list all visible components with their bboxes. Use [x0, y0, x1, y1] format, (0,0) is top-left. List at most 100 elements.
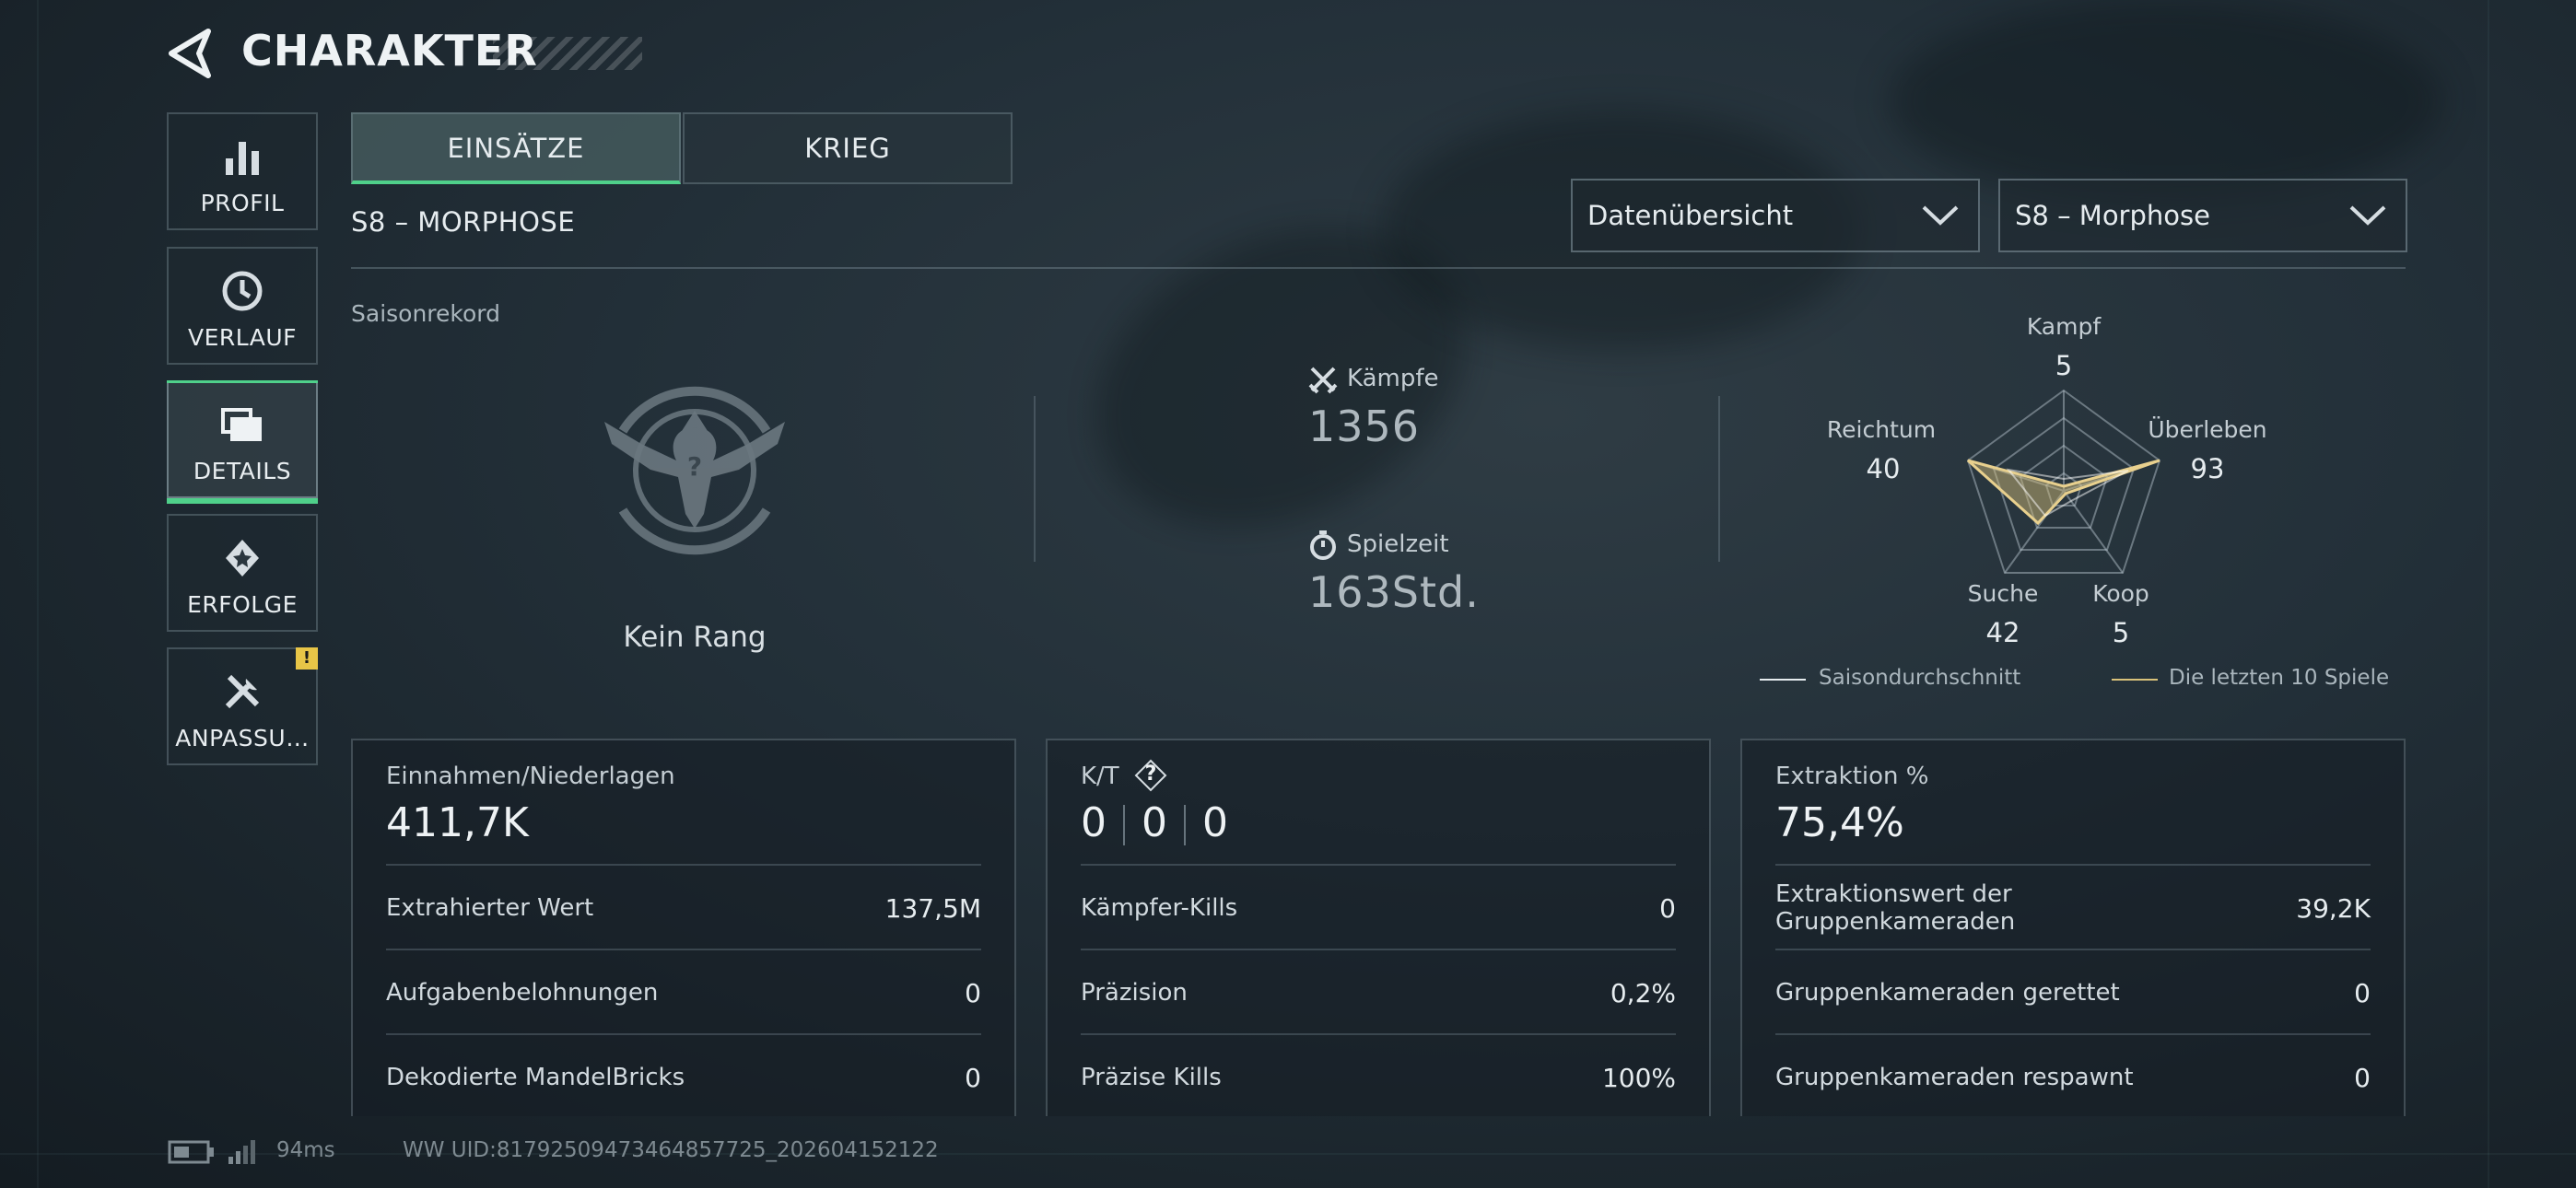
radar-axis-value: 5	[2055, 350, 2073, 381]
kd-values: 000	[1081, 799, 1228, 846]
tools-icon	[225, 674, 260, 709]
stat-row: Gruppenkameraden respawnt 0	[1775, 1033, 2371, 1120]
stat-value: 0	[1659, 892, 1676, 924]
user-uid: WW UID:817925094734648577​25_20260415212…	[403, 1138, 939, 1162]
tab-krieg[interactable]: KRIEG	[683, 112, 1013, 184]
fights-value: 1356	[1308, 402, 1421, 451]
season-title: S8 – MORPHOSE	[351, 206, 576, 238]
sidebar-item-profil[interactable]: PROFIL	[167, 112, 318, 230]
card-value: 411,7K	[386, 799, 529, 846]
sidebar-item-label: ANPASSU…	[175, 725, 310, 751]
ping-readout: 94ms	[276, 1138, 335, 1162]
stat-row: Präzise Kills 100%	[1081, 1033, 1676, 1120]
fights-label: Kämpfe	[1347, 365, 1439, 392]
extraction-card: Extraktion % 75,4% Extraktionswert der G…	[1740, 739, 2406, 1116]
kd-separator	[1184, 805, 1186, 845]
legend-season-avg: Saisondurchschnitt	[1819, 666, 2021, 690]
stat-label: Aufgabenbelohnungen	[386, 979, 659, 1007]
stat-label: Kämpfer-Kills	[1081, 894, 1238, 922]
svg-text:?: ?	[687, 451, 702, 482]
view-dropdown[interactable]: Datenübersicht	[1571, 179, 1980, 252]
divider	[1718, 396, 1720, 562]
playtime-value: 163Std.	[1308, 567, 1480, 617]
stat-value: 100%	[1601, 1062, 1676, 1093]
stat-label: Gruppenkameraden respawnt	[1775, 1064, 2134, 1091]
kd-separator	[1123, 805, 1125, 845]
radar-axis-value: 93	[2190, 453, 2225, 484]
legend-last10: Die letzten 10 Spiele	[2169, 666, 2390, 690]
stat-label: Extraktionswert der Gruppenkameraden	[1775, 880, 2016, 936]
radar-axis-label: Überleben	[2148, 416, 2267, 443]
stat-label: Gruppenkameraden gerettet	[1775, 979, 2120, 1007]
stat-value: 39,2K	[2296, 892, 2371, 924]
stat-row: Extraktionswert der Gruppenkameraden 39,…	[1775, 864, 2371, 950]
stat-row: Extrahierter Wert 137,5M	[386, 864, 981, 950]
stat-value: 0,2%	[1610, 977, 1676, 1008]
stat-label: Präzise Kills	[1081, 1064, 1222, 1091]
sidebar-item-verlauf[interactable]: VERLAUF	[167, 247, 318, 365]
stat-value: 0	[2354, 1062, 2371, 1093]
stat-row: Kämpfer-Kills 0	[1081, 864, 1676, 950]
battery-icon	[168, 1140, 214, 1164]
sidebar-item-label: DETAILS	[193, 458, 292, 484]
sidebar-item-anpassung[interactable]: ANPASSU… !	[167, 647, 318, 765]
history-icon	[222, 271, 263, 311]
chevron-down-icon	[2349, 205, 2386, 226]
warning-badge: !	[296, 647, 318, 670]
folder-icon	[221, 408, 262, 441]
tab-einsaetze[interactable]: EINSÄTZE	[351, 112, 681, 184]
medal-icon	[226, 540, 259, 577]
legend-swatch-season-avg	[1760, 679, 1806, 681]
stat-row: Gruppenkameraden gerettet 0	[1775, 949, 2371, 1035]
kd-assists: 0	[1202, 799, 1228, 846]
radar-axis-value: 40	[1866, 453, 1901, 484]
sidebar-item-label: VERLAUF	[187, 324, 298, 351]
stat-value: 0	[965, 977, 981, 1008]
grid-line	[0, 1153, 2576, 1155]
chevron-down-icon	[1922, 205, 1959, 226]
stat-label: Dekodierte MandelBricks	[386, 1064, 685, 1091]
radar-axis-label: Reichtum	[1826, 416, 1937, 443]
stat-label: Extrahierter Wert	[386, 894, 594, 922]
crossed-swords-icon	[1308, 367, 1338, 394]
radar-axis-label: Suche	[1967, 580, 2039, 607]
stat-value: 137,5M	[884, 892, 981, 924]
season-dropdown[interactable]: S8 – Morphose	[1998, 179, 2407, 252]
kd-deaths: 0	[1142, 799, 1167, 846]
card-title: Einnahmen/Niederlagen	[386, 763, 675, 790]
stat-row: Präzision 0,2%	[1081, 949, 1676, 1035]
kd-kills: 0	[1081, 799, 1107, 846]
rank-label: Kein Rang	[623, 621, 767, 654]
signal-icon	[228, 1140, 255, 1164]
stat-value: 0	[965, 1062, 981, 1093]
income-card: Einnahmen/Niederlagen 411,7K Extrahierte…	[351, 739, 1016, 1116]
back-arrow-icon[interactable]	[166, 28, 214, 79]
kd-card: K/T ? 000 Kämpfer-Kills 0 Präzision 0,2%…	[1046, 739, 1711, 1116]
grid-line	[37, 0, 39, 1188]
divider	[1034, 396, 1036, 562]
playtime-label: Spielzeit	[1347, 530, 1449, 558]
sidebar-item-erfolge[interactable]: ERFOLGE	[167, 514, 318, 632]
stopwatch-icon	[1310, 530, 1336, 560]
background-shape	[1889, 0, 2441, 203]
card-title: Extraktion %	[1775, 763, 1929, 790]
rank-emblem-icon: ?	[604, 386, 785, 555]
help-icon[interactable]: ?	[1134, 759, 1167, 792]
title-decoration	[493, 37, 642, 70]
stat-value: 0	[2354, 977, 2371, 1008]
sidebar-item-label: PROFIL	[200, 190, 285, 216]
bar-chart-icon	[226, 142, 259, 175]
card-title: K/T	[1081, 763, 1119, 790]
season-dropdown-value: S8 – Morphose	[2015, 200, 2210, 231]
season-record-label: Saisonrekord	[351, 300, 500, 327]
grid-line	[2488, 0, 2489, 1188]
sidebar-item-details[interactable]: DETAILS	[167, 380, 318, 504]
radar-axis-label: Kampf	[2026, 313, 2102, 340]
radar-axis-value: 42	[1985, 617, 2020, 648]
legend-swatch-last10	[2112, 679, 2158, 681]
stat-label: Präzision	[1081, 979, 1188, 1007]
divider	[351, 267, 2406, 269]
stat-row: Aufgabenbelohnungen 0	[386, 949, 981, 1035]
sidebar-item-label: ERFOLGE	[187, 591, 298, 618]
view-dropdown-value: Datenübersicht	[1587, 200, 1794, 231]
